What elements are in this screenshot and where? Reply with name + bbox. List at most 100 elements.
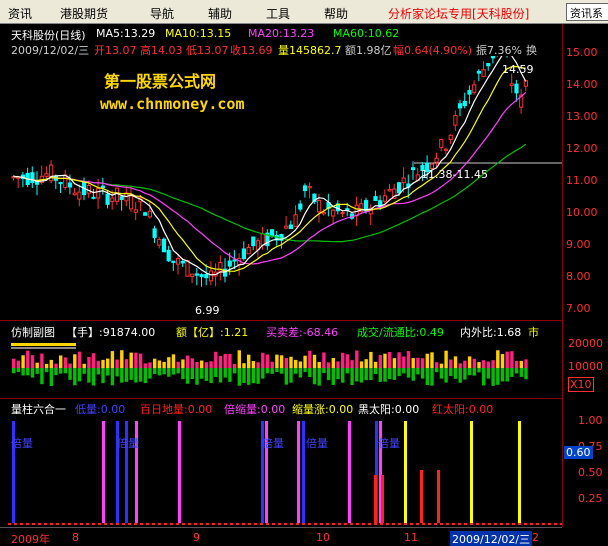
- volume-bar-up: [392, 358, 397, 368]
- ma20-label: MA20:13.23: [248, 27, 315, 40]
- volume-bar-down: [350, 368, 354, 386]
- volume-chart[interactable]: [0, 338, 562, 398]
- volume-bar-down: [505, 368, 509, 382]
- candle-body: [114, 187, 120, 202]
- volume-bar-down: [444, 368, 448, 383]
- candle-body: [157, 239, 162, 246]
- candle-body: [443, 148, 449, 151]
- volume-bar-down: [373, 368, 378, 374]
- volume-bar-down: [153, 368, 157, 375]
- indicator-spike: [102, 421, 105, 523]
- menu-item-zixun[interactable]: 资讯: [8, 5, 32, 22]
- menu-item-gongju[interactable]: 工具: [266, 5, 290, 22]
- candle-body: [448, 134, 453, 140]
- ma10-label: MA10:13.15: [165, 27, 232, 40]
- date-label-11: 11: [404, 531, 418, 544]
- candle-body: [171, 260, 176, 263]
- candle-body: [190, 273, 195, 277]
- bei-label-4: 倍量: [306, 437, 328, 450]
- bei-label-1: 倍量: [11, 437, 33, 450]
- volume-bar-down: [491, 368, 495, 386]
- volume-bar-up: [209, 361, 213, 368]
- volume-bar-down: [284, 368, 288, 385]
- menu-item-fuzhu[interactable]: 辅助: [208, 5, 232, 22]
- volume-bar-up: [12, 358, 16, 368]
- volume-bar-up: [284, 357, 288, 368]
- indicator-spike: [381, 475, 384, 523]
- volume-bar-down: [261, 368, 265, 379]
- volume-bar-up: [458, 363, 462, 368]
- indicator-spike: [297, 421, 300, 523]
- price-tick-12: 12.00: [566, 142, 598, 155]
- volume-bar-down: [463, 368, 467, 380]
- candlestick-chart[interactable]: [0, 56, 562, 318]
- candle-body: [246, 246, 251, 255]
- volume-bar-down: [392, 368, 397, 380]
- candle-body: [481, 69, 486, 77]
- price-tick-11: 11.00: [566, 174, 598, 187]
- volume-bar-down: [317, 368, 321, 386]
- volume-bar-up: [129, 352, 133, 368]
- date-label-12: 2: [532, 531, 539, 544]
- stock-name[interactable]: 天科股份(日线): [11, 27, 86, 43]
- volume-bar-down: [383, 368, 387, 382]
- volume-bar-up: [496, 350, 500, 368]
- candle-body: [453, 115, 458, 126]
- volume-bar-down: [270, 368, 274, 374]
- menu-item-daohang[interactable]: 导航: [150, 5, 174, 22]
- candle-body: [67, 182, 73, 188]
- volume-bar-down: [430, 368, 434, 386]
- volume-bar-down: [49, 368, 53, 386]
- volume-bar-up: [73, 354, 77, 368]
- volume-bar-down: [157, 368, 162, 376]
- volume-bar-up: [265, 354, 270, 368]
- promo-text[interactable]: 分析家论坛专用[天科股份]: [388, 5, 529, 22]
- volume-bar-down: [16, 368, 21, 373]
- candle-body: [490, 56, 496, 59]
- volume-bar-up: [68, 363, 72, 368]
- ind-tick-050: 0.50: [578, 466, 603, 479]
- candle-body: [58, 182, 63, 185]
- candle-body: [63, 174, 68, 188]
- volume-bar-down: [35, 368, 39, 374]
- volume-bar-up: [505, 351, 509, 368]
- volume-bar-up: [218, 355, 223, 368]
- indicator-chart[interactable]: [0, 415, 562, 527]
- volume-bar-up: [185, 355, 190, 368]
- volume-bar-up: [524, 359, 528, 368]
- volume-bar-down: [308, 368, 312, 377]
- volume-bar-up: [54, 363, 58, 368]
- volume-bar-down: [12, 368, 16, 374]
- volume-bar-down: [397, 368, 401, 377]
- indicator-spike: [404, 421, 407, 523]
- volume-bar-down: [185, 368, 190, 384]
- volume-bar-up: [16, 360, 21, 368]
- volume-bar-down: [453, 368, 458, 379]
- candle-body: [129, 195, 134, 210]
- news-system-button[interactable]: 资讯系: [566, 3, 608, 21]
- indicator-spike: [437, 470, 440, 523]
- volume-bar-up: [124, 359, 129, 368]
- price-tick-9: 9.00: [566, 238, 591, 251]
- volume-bar-up: [143, 363, 147, 368]
- volume-bar-down: [435, 368, 439, 373]
- volume-bar-down: [420, 368, 425, 379]
- volume-bar-up: [491, 360, 495, 368]
- volume-bar-down: [59, 368, 63, 374]
- candle-body: [133, 209, 138, 213]
- volume-bar-down: [369, 368, 373, 380]
- ma5-line: [13, 56, 527, 276]
- candle-body: [105, 193, 110, 205]
- volume-bar-up: [214, 351, 218, 368]
- volume-bar-down: [214, 368, 218, 377]
- menu-item-bangzhu[interactable]: 帮助: [324, 5, 348, 22]
- volume-bar-up: [115, 359, 119, 368]
- candle-body: [44, 173, 49, 177]
- volume-bar-down: [237, 368, 241, 386]
- menu-item-ganggu-qihuo[interactable]: 港股期货: [60, 5, 108, 22]
- volume-bar-down: [143, 368, 147, 384]
- candle-body: [91, 196, 96, 199]
- volume-bar-down: [388, 368, 392, 380]
- volume-bar-up: [49, 359, 53, 368]
- volume-bar-down: [40, 368, 44, 385]
